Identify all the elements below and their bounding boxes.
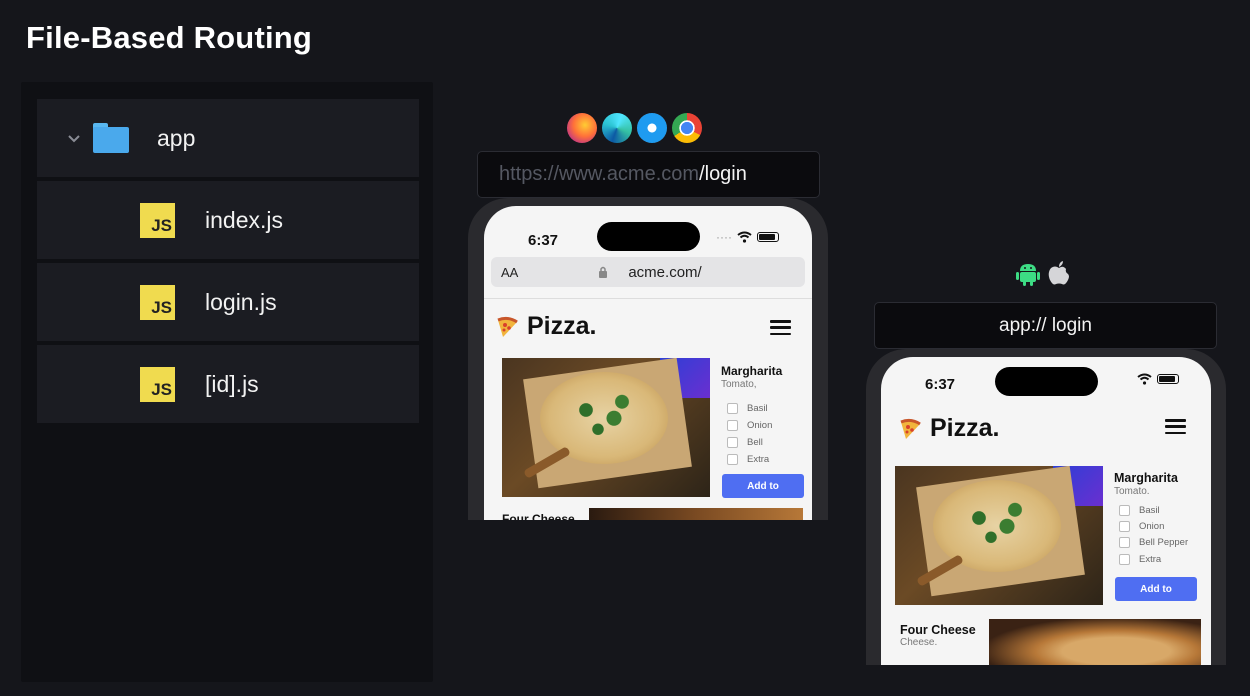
checkbox-icon[interactable] xyxy=(727,420,738,431)
brand-logo: Pizza. xyxy=(496,312,596,341)
android-icon xyxy=(1016,264,1040,286)
next-product-name: Four Cheese xyxy=(900,623,976,637)
brand-name: Pizza. xyxy=(930,414,1000,442)
pizza-image xyxy=(589,508,803,520)
chevron-down-icon[interactable] xyxy=(67,131,81,145)
next-product-name: Four Cheese xyxy=(502,512,575,520)
tree-file-id[interactable]: JS [id].js xyxy=(37,345,419,423)
option-checkbox[interactable]: Extra xyxy=(1119,554,1161,565)
file-label: login.js xyxy=(205,288,277,315)
add-to-cart-button[interactable]: Add to xyxy=(722,474,804,498)
checkbox-icon[interactable] xyxy=(1119,537,1130,548)
js-icon: JS xyxy=(140,284,175,320)
pizza-image xyxy=(502,358,710,497)
firefox-icon xyxy=(567,113,597,143)
brand-logo: Pizza. xyxy=(899,414,999,443)
product-name: Margharita xyxy=(721,364,783,378)
text-size-button[interactable]: AA xyxy=(501,265,518,280)
tree-file-index[interactable]: JS index.js xyxy=(37,181,419,259)
signal-dots-icon: ···· xyxy=(716,230,732,244)
os-icons xyxy=(1015,260,1071,286)
pizza-image xyxy=(989,619,1201,665)
safari-address-bar[interactable]: AA acme.com/ xyxy=(491,257,805,287)
add-to-cart-button[interactable]: Add to xyxy=(1115,577,1197,601)
js-icon: JS xyxy=(140,202,175,238)
web-url-bar[interactable]: https://www.acme.com /login xyxy=(477,151,820,198)
checkbox-icon[interactable] xyxy=(727,454,738,465)
apple-icon xyxy=(1048,261,1069,285)
option-label: Onion xyxy=(1139,521,1165,532)
tree-file-login[interactable]: JS login.js xyxy=(37,263,419,341)
folder-label: app xyxy=(157,124,196,151)
option-label: Onion xyxy=(747,420,773,431)
page-title: File-Based Routing xyxy=(26,20,313,55)
folder-icon xyxy=(93,123,129,153)
checkbox-icon[interactable] xyxy=(1119,521,1130,532)
status-time: 6:37 xyxy=(528,232,559,249)
dynamic-island xyxy=(597,222,700,251)
pizza-slice-icon xyxy=(900,418,921,439)
web-phone: 6:37 ···· AA acme.com/ Pizza. Margharita… xyxy=(468,198,828,520)
file-label: [id].js xyxy=(205,370,259,397)
product-name: Margharita xyxy=(1114,471,1178,485)
option-label: Basil xyxy=(1139,505,1160,516)
brand-name: Pizza. xyxy=(527,312,597,340)
option-checkbox[interactable]: Basil xyxy=(727,403,768,414)
url-base: https://www.acme.com xyxy=(499,163,700,185)
next-product-desc: Cheese. xyxy=(900,637,938,648)
status-icons: ···· xyxy=(716,230,779,244)
option-label: Extra xyxy=(747,454,770,465)
option-checkbox[interactable]: Bell xyxy=(727,437,763,448)
hamburger-menu-icon[interactable] xyxy=(770,320,791,335)
edge-icon xyxy=(602,113,632,143)
file-label: index.js xyxy=(205,206,283,233)
hamburger-menu-icon[interactable] xyxy=(1165,419,1186,434)
status-time: 6:37 xyxy=(925,376,956,393)
lock-icon xyxy=(599,266,608,278)
option-label: Extra xyxy=(1139,554,1162,565)
option-checkbox[interactable]: Extra xyxy=(727,454,769,465)
url-path: /login xyxy=(699,163,747,185)
safari-icon xyxy=(637,113,667,143)
option-checkbox[interactable]: Onion xyxy=(727,420,772,431)
option-label: Basil xyxy=(747,403,768,414)
app-phone: 6:37 Pizza. Margharita Tomato. Basil Oni… xyxy=(866,349,1226,665)
chrome-icon xyxy=(672,113,702,143)
wifi-icon xyxy=(1137,373,1152,385)
option-checkbox[interactable]: Basil xyxy=(1119,505,1160,516)
web-phone-screen: 6:37 ···· AA acme.com/ Pizza. Margharita… xyxy=(484,206,812,520)
checkbox-icon[interactable] xyxy=(1119,505,1130,516)
status-icons xyxy=(1137,373,1179,385)
wifi-icon xyxy=(737,231,752,243)
app-phone-screen: 6:37 Pizza. Margharita Tomato. Basil Oni… xyxy=(881,357,1211,665)
divider xyxy=(484,298,812,299)
browser-icons xyxy=(567,113,702,143)
battery-icon xyxy=(756,232,779,242)
tree-folder-app[interactable]: app xyxy=(37,99,419,177)
app-url-bar[interactable]: app:// login xyxy=(874,302,1217,349)
checkbox-icon[interactable] xyxy=(1119,554,1130,565)
js-icon: JS xyxy=(140,366,175,402)
dynamic-island xyxy=(995,367,1098,396)
option-checkbox[interactable]: Bell Pepper xyxy=(1119,537,1188,548)
battery-icon xyxy=(1157,374,1179,384)
checkbox-icon[interactable] xyxy=(727,437,738,448)
product-desc: Tomato, xyxy=(721,379,757,390)
address-text: acme.com/ xyxy=(628,263,702,281)
pizza-image xyxy=(895,466,1103,605)
option-checkbox[interactable]: Onion xyxy=(1119,521,1164,532)
option-label: Bell Pepper xyxy=(1139,537,1189,548)
option-label: Bell xyxy=(747,437,763,448)
checkbox-icon[interactable] xyxy=(727,403,738,414)
file-tree-panel: app JS index.js JS login.js JS [id].js xyxy=(21,82,433,682)
product-desc: Tomato. xyxy=(1114,486,1150,497)
pizza-slice-icon xyxy=(497,316,518,337)
